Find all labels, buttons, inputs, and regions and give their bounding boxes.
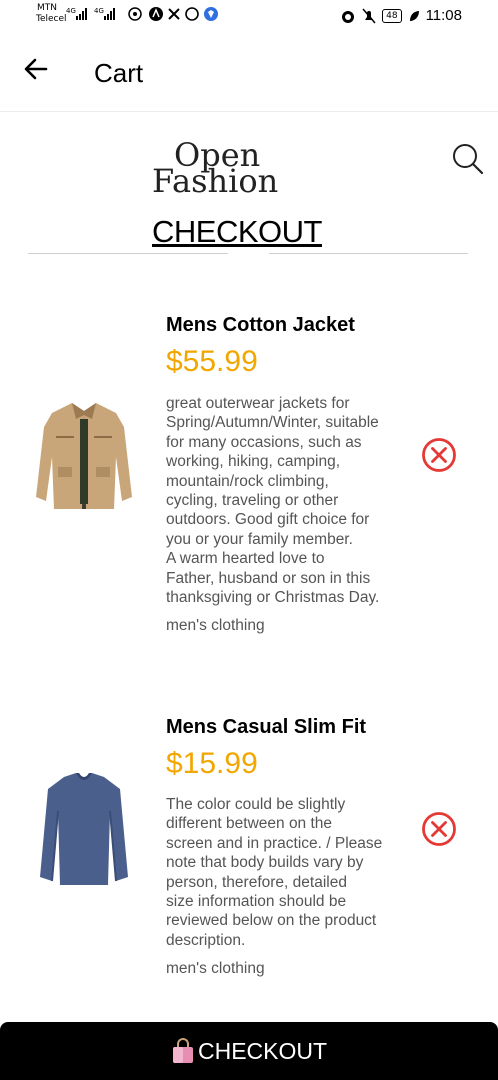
signal-icon: 4G 4G [66, 7, 115, 20]
svg-text:4G: 4G [66, 7, 76, 15]
shield-app-icon [204, 7, 218, 21]
carrier-primary: MTN [37, 3, 57, 13]
search-icon[interactable] [450, 141, 484, 175]
status-icons-left: 4G 4G [66, 6, 219, 22]
back-arrow-icon[interactable] [22, 55, 50, 83]
battery-indicator: 48 [382, 8, 402, 23]
shopping-bag-icon [172, 1038, 193, 1063]
divider-left [28, 253, 228, 254]
remove-item-icon[interactable] [421, 811, 457, 847]
product-category: men's clothing [166, 617, 265, 634]
leaf-icon [409, 10, 419, 21]
checkout-heading: CHECKOUT [152, 214, 322, 249]
checkout-button-label: CHECKOUT [197, 1037, 328, 1064]
mute-icon [362, 8, 376, 23]
brand-logo: Open Fashion [152, 139, 292, 200]
divider-right [269, 253, 468, 254]
product-name: Mens Cotton Jacket [166, 314, 355, 336]
remove-item-icon[interactable] [421, 437, 457, 473]
x-twitter-icon [168, 8, 180, 20]
checkout-button[interactable]: CHECKOUT [0, 1022, 498, 1080]
page-title: Cart [94, 58, 144, 88]
product-description: The color could be slightly different be… [166, 796, 383, 949]
status-bar: MTN Telecel 4G 4G 48 11:08 [0, 0, 498, 33]
app-bar: Cart [0, 33, 498, 112]
shirt-product-image[interactable] [34, 769, 134, 889]
product-price: $55.99 [166, 345, 258, 378]
product-name: Mens Casual Slim Fit [166, 716, 367, 738]
carrier-label: MTN Telecel [36, 3, 67, 25]
app-a-icon [149, 7, 163, 21]
alarm-icon [342, 10, 355, 23]
jacket-product-image[interactable] [34, 397, 134, 517]
carrier-secondary: Telecel [36, 14, 67, 24]
clock: 11:08 [425, 7, 462, 24]
whatsapp-icon [185, 7, 199, 21]
product-category: men's clothing [166, 960, 265, 977]
status-icons-right: 48 11:08 [340, 7, 462, 24]
logo-line-2: Fashion [152, 162, 279, 200]
product-description: great outerwear jackets for Spring/Autum… [166, 395, 380, 607]
product-price: $15.99 [166, 747, 258, 780]
svg-text:4G: 4G [94, 7, 104, 15]
hotspot-icon [128, 7, 142, 21]
